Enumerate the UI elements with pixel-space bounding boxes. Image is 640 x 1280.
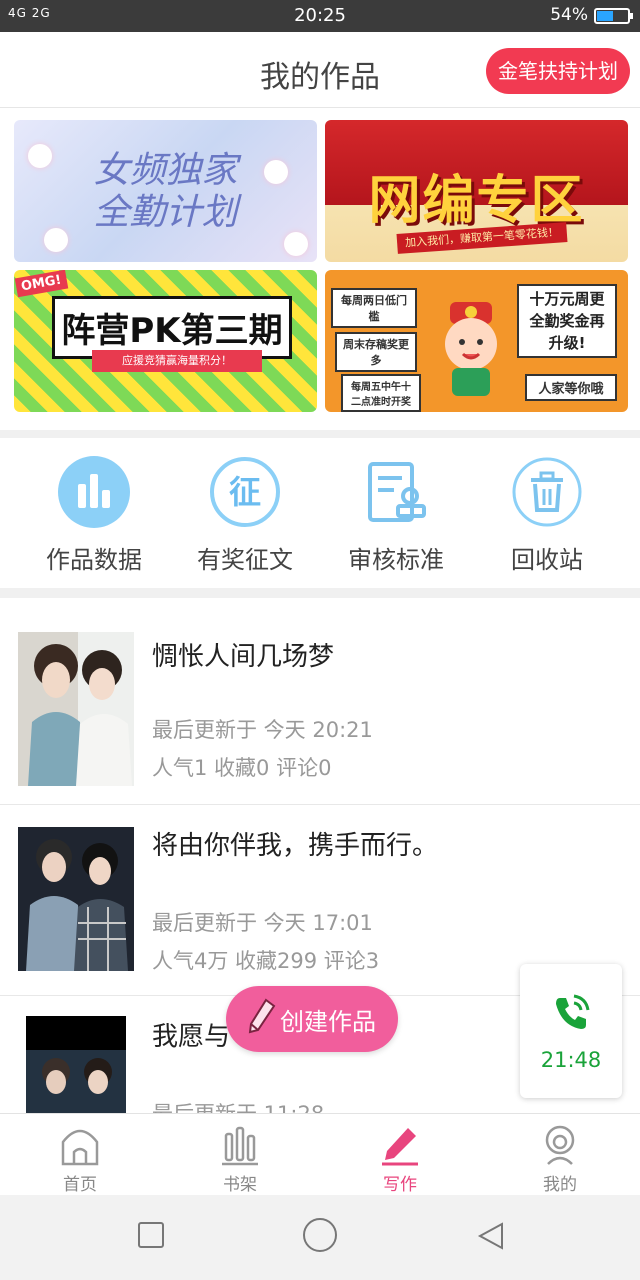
tab-profile[interactable]: 我的: [480, 1122, 640, 1195]
shortcut-essay-contest[interactable]: 征 有奖征文: [175, 456, 315, 575]
tab-home[interactable]: 首页: [0, 1122, 160, 1195]
battery-icon: [594, 8, 633, 24]
banner-female-exclusive[interactable]: 女频独家 全勤计划: [14, 120, 317, 262]
svg-text:征: 征: [229, 473, 261, 511]
banner-camp-pk[interactable]: OMG! 阵营PK第三期 应援竞猜赢海量积分！: [14, 270, 317, 412]
bottom-nav: 首页 书架 写作 我的: [0, 1113, 640, 1195]
work-stats: 人气4万 收藏299 评论3: [152, 949, 380, 973]
work-stats: 人气1 收藏0 评论0: [152, 756, 332, 780]
shortcut-label: 有奖征文: [197, 546, 293, 574]
tab-label: 写作: [383, 1175, 417, 1195]
back-button-icon[interactable]: [476, 1221, 506, 1251]
battery-percent: 54%: [550, 5, 588, 25]
banner-text: 网编专区: [368, 171, 585, 231]
shortcut-work-data[interactable]: 作品数据: [24, 456, 164, 575]
write-icon: [320, 1122, 480, 1166]
review-icon: [360, 456, 432, 528]
system-nav-bar: [0, 1195, 640, 1280]
create-work-button[interactable]: 创建作品: [226, 986, 398, 1052]
call-widget[interactable]: 21:48: [520, 964, 622, 1098]
banner-note: 人家等你哦: [525, 374, 617, 401]
header: 我的作品 金笔扶持计划: [0, 32, 640, 108]
bar-chart-icon: [58, 456, 130, 528]
phone-call-icon: [556, 994, 590, 1029]
tab-label: 我的: [543, 1175, 577, 1195]
pencil-icon: [248, 998, 276, 1040]
work-title: 惆怅人间几场梦: [152, 642, 335, 672]
banner-subtext: 应援竞猜赢海量积分！: [92, 350, 262, 372]
banner-omg: OMG!: [14, 270, 68, 298]
home-button-icon[interactable]: [302, 1217, 338, 1253]
work-title: 我愿与: [152, 1022, 231, 1052]
work-updated: 最后更新于 今天 17:01: [152, 911, 373, 935]
banner-note: 周末存稿奖更多: [335, 332, 417, 372]
shortcut-recycle-bin[interactable]: 回收站: [477, 456, 617, 575]
banner-text: 女频独家 全勤计划: [93, 150, 238, 233]
trash-icon: [511, 456, 583, 528]
shortcut-review-standard[interactable]: 审核标准: [326, 456, 466, 575]
shortcut-label: 审核标准: [348, 546, 444, 574]
book-cover: [26, 1016, 126, 1113]
status-bar: 4G 2G 20:25 54%: [0, 0, 640, 32]
book-cover: [18, 632, 134, 786]
create-work-label: 创建作品: [280, 1007, 376, 1036]
call-duration: 21:48: [540, 1048, 602, 1072]
profile-icon: [480, 1122, 640, 1166]
work-title: 将由你伴我，携手而行。: [152, 831, 439, 861]
shortcut-grid: 作品数据 征 有奖征文 审核标准 回收站: [0, 438, 640, 588]
shortcut-label: 作品数据: [46, 546, 142, 574]
banner-note: 每周五中午十二点准时开奖: [341, 374, 421, 412]
book-cover: [18, 827, 134, 971]
banner-headline: 十万元周更全勤奖金再升级!: [517, 284, 617, 358]
contest-icon: 征: [209, 456, 281, 528]
banner-grid: 女频独家 全勤计划 网编专区 加入我们，赚取第一笔零花钱！ OMG! 阵营PK第…: [0, 108, 640, 430]
tab-bookshelf[interactable]: 书架: [160, 1122, 320, 1195]
shortcut-label: 回收站: [511, 546, 583, 574]
tab-label: 首页: [63, 1175, 97, 1195]
status-time: 20:25: [294, 5, 346, 26]
golden-pen-plan-button[interactable]: 金笔扶持计划: [486, 48, 630, 94]
banner-editor-zone[interactable]: 网编专区 加入我们，赚取第一笔零花钱！: [325, 120, 628, 262]
banner-weekly-bonus[interactable]: 每周两日低门槛 周末存稿奖更多 每周五中午十二点准时开奖 十万元周更全勤奖金再升…: [325, 270, 628, 412]
recent-apps-icon[interactable]: [137, 1221, 165, 1249]
list-item[interactable]: 惆怅人间几场梦 最后更新于 今天 20:21 人气1 收藏0 评论0: [0, 598, 640, 805]
banner-note: 每周两日低门槛: [331, 288, 417, 328]
work-updated: 最后更新于 11:28: [152, 1098, 324, 1113]
tab-write[interactable]: 写作: [320, 1122, 480, 1195]
mascot-icon: [445, 302, 497, 396]
bookshelf-icon: [160, 1122, 320, 1166]
home-icon: [0, 1122, 160, 1166]
work-updated: 最后更新于 今天 20:21: [152, 718, 373, 742]
tab-label: 书架: [223, 1175, 257, 1195]
